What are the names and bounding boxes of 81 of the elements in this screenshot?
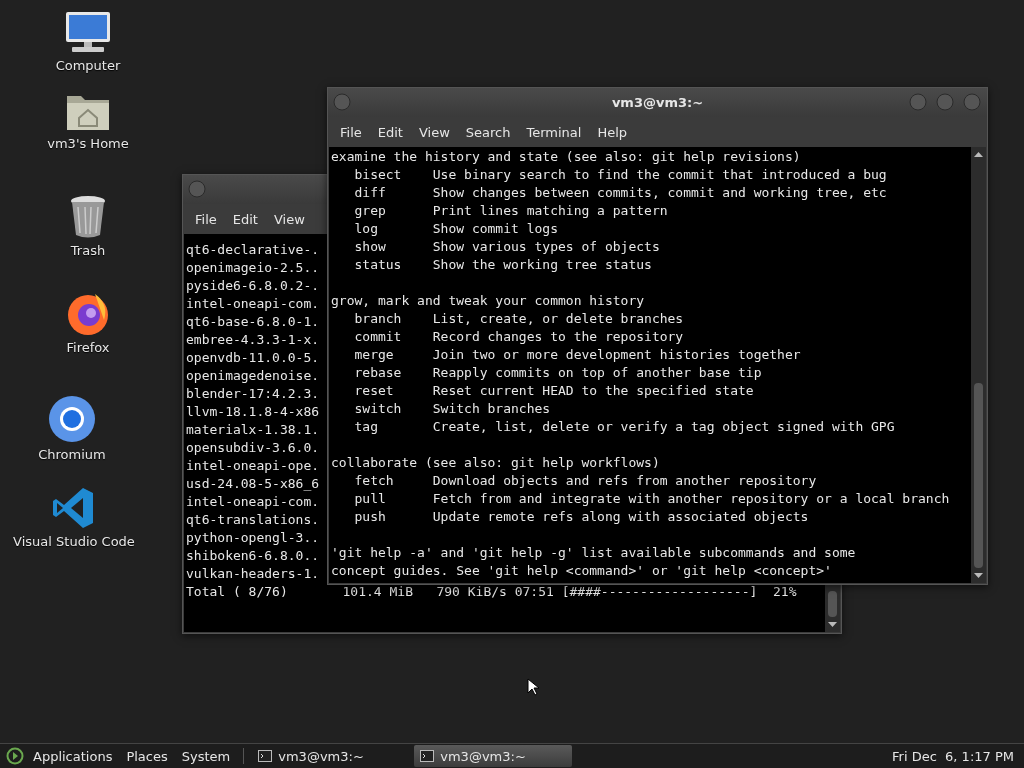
terminal-line: reset Reset current HEAD to the specified state — [353, 382, 754, 400]
menu-item[interactable]: File — [189, 207, 223, 231]
chromium-icon — [48, 395, 96, 443]
terminal-line: push Update remote refs along with associated objects — [353, 508, 809, 526]
terminal-icon — [420, 750, 435, 762]
terminal-line: opensubdiv-3.6.0. — [186, 439, 320, 457]
menu-item[interactable]: File — [334, 120, 368, 144]
terminal-line: switch Switch branches — [353, 400, 551, 418]
terminal-line: commit Record changes to the repository — [353, 328, 684, 346]
window-menu-button[interactable] — [188, 180, 206, 198]
terminal-line: status Show the working tree status — [353, 256, 652, 274]
menu-item[interactable]: View — [412, 120, 456, 144]
scroll-thumb[interactable] — [828, 591, 837, 617]
terminal-line: merge Join two or more development histories together — [353, 346, 801, 364]
terminal-line: rebase Reapply commits on top of another base tip — [353, 364, 762, 382]
panel-menu[interactable]: System — [176, 746, 236, 766]
desktop-icon-label[interactable]: Trash — [70, 243, 106, 258]
terminal-line: intel-oneapi-com. — [186, 493, 320, 511]
terminal-line: blender-17:4.2.3. — [186, 385, 320, 403]
panel-menu[interactable]: Applications — [28, 746, 118, 766]
terminal-line: bisect Use binary search to find the commit that introduced a bug — [353, 166, 887, 184]
terminal-line: concept guides. See 'git help <command>' or 'git help <concept>' — [331, 562, 832, 580]
terminal-line: tag Create, list, delete or verify a tag object signed with GPG — [353, 418, 895, 436]
terminal-line: qt6-base-6.8.0-1. — [186, 313, 320, 331]
window-title: vm3@vm3:~ — [611, 95, 704, 110]
terminal-line: vulkan-headers-1. — [186, 565, 320, 583]
terminal-line: qt6-translations. — [186, 511, 320, 529]
menu-item[interactable]: Terminal — [520, 120, 588, 144]
terminal-line: python-opengl-3.. — [186, 529, 320, 547]
desktop-icon-label[interactable]: Visual Studio Code — [13, 534, 135, 549]
code-editor-icon — [52, 486, 96, 530]
terminal-line: openvdb-11.0.0-5. — [186, 349, 320, 367]
app-menu-icon[interactable] — [6, 747, 24, 765]
maximize-button[interactable] — [936, 93, 954, 111]
menu-item[interactable]: View — [267, 207, 311, 231]
monitor-icon — [64, 10, 112, 54]
window-menu-button[interactable] — [333, 93, 351, 111]
terminal-line: pull Fetch from and integrate with another repository or a local branch — [353, 490, 950, 508]
panel-menu[interactable]: Places — [121, 746, 173, 766]
terminal-line: embree-4.3.3-1-x. — [186, 331, 320, 349]
terminal-icon — [258, 750, 273, 762]
trash-icon — [69, 195, 107, 239]
minimize-button[interactable] — [909, 93, 927, 111]
terminal-line: examine the history and state (see also: git help revisions) — [331, 148, 801, 166]
menu-item[interactable]: Edit — [371, 120, 409, 144]
scroll-down-icon[interactable] — [974, 572, 983, 579]
clock[interactable]: Fri Dec 6, 1:17 PM — [892, 748, 1018, 764]
menu-item[interactable]: Help — [591, 120, 634, 144]
scroll-thumb[interactable] — [974, 383, 983, 568]
terminal-line: branch List, create, or delete branches — [353, 310, 684, 328]
terminal-line: grep Print lines matching a pattern — [353, 202, 668, 220]
terminal-line: grow, mark and tweak your common history — [331, 292, 645, 310]
terminal-line: llvm-18.1.8-4-x86 — [186, 403, 320, 421]
terminal-line: materialx-1.38.1. — [186, 421, 320, 439]
close-button[interactable] — [963, 93, 981, 111]
desktop-icon-label[interactable]: Chromium — [38, 447, 106, 462]
desktop-icon-label[interactable]: vm3's Home — [47, 136, 129, 151]
terminal-line: log Show commit logs — [353, 220, 558, 238]
terminal-line: openimageio-2.5.. — [186, 259, 320, 277]
desktop-icon-label[interactable]: Firefox — [66, 340, 110, 355]
terminal-line: diff Show changes between commits, commit and working tree, etc — [353, 184, 887, 202]
terminal-line: collaborate (see also: git help workflows) — [331, 454, 660, 472]
terminal-line: usd-24.08-5-x86_6 — [186, 475, 320, 493]
menu-item[interactable]: Edit — [226, 207, 264, 231]
terminal-line: 'git help -a' and 'git help -g' list available subcommands and some — [331, 544, 856, 562]
terminal-line: show Show various types of objects — [353, 238, 660, 256]
terminal-line: intel-oneapi-com. — [186, 295, 320, 313]
menu-item[interactable]: Search — [459, 120, 517, 144]
mouse-cursor-icon — [527, 678, 539, 696]
terminal-line: qt6-declarative-. — [186, 241, 320, 259]
desktop-icon-label[interactable]: Computer — [55, 58, 121, 73]
terminal-line: openimagedenoise. — [186, 367, 320, 385]
terminal-line: Total ( 8/76) 101.4 MiB 790 KiB/s 07:51 [####-------------------] 21% — [186, 583, 797, 601]
taskbar-window-button[interactable]: vm3@vm3:~ — [252, 745, 411, 767]
terminal-line: intel-oneapi-ope. — [186, 457, 320, 475]
scroll-down-icon[interactable] — [828, 621, 837, 628]
terminal-line: pyside6-6.8.0.2-. — [186, 277, 320, 295]
scroll-up-icon[interactable] — [974, 151, 983, 158]
terminal-line: shiboken6-6.8.0.. — [186, 547, 320, 565]
terminal-line: fetch Download objects and refs from another repository — [353, 472, 817, 490]
taskbar-window-button[interactable]: vm3@vm3:~ — [414, 745, 573, 767]
